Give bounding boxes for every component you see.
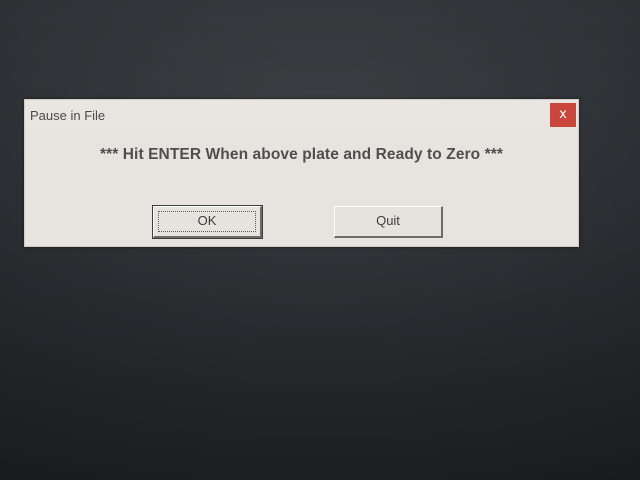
dialog-message: *** Hit ENTER When above plate and Ready… — [99, 146, 504, 163]
close-button[interactable]: x — [550, 103, 576, 127]
ok-button[interactable]: OK — [152, 205, 263, 239]
ok-button-label: OK — [197, 213, 217, 228]
close-icon: x — [559, 107, 567, 122]
dialog-title: Pause in File — [30, 108, 106, 123]
quit-button[interactable]: Quit — [334, 206, 443, 238]
quit-button-label: Quit — [376, 213, 400, 228]
dialog-titlebar[interactable]: Pause in File x — [25, 100, 578, 130]
pause-dialog: Pause in File x *** Hit ENTER When above… — [24, 99, 579, 247]
